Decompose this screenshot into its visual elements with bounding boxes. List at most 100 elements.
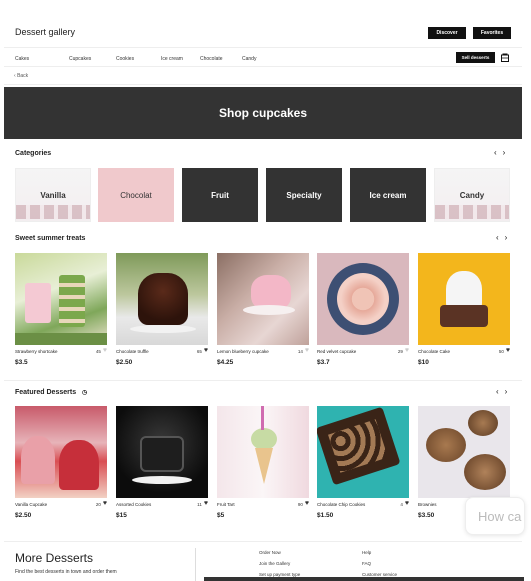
categories-title: Categories: [15, 150, 52, 157]
heart-filled-icon[interactable]: ♥: [103, 500, 107, 507]
likes[interactable]: 11 ♥: [197, 500, 208, 507]
likes[interactable]: 29 ♥: [398, 347, 409, 354]
product-card[interactable]: Chocolate truffle 65 ♥ $2.50: [116, 253, 208, 366]
chevron-left-icon[interactable]: ‹: [496, 387, 499, 396]
favorites-button[interactable]: Favorites: [473, 27, 511, 39]
hero-banner: Shop cupcakes: [4, 87, 522, 139]
nav-link-cakes[interactable]: Cakes: [15, 56, 29, 62]
featured-title-text: Featured Desserts: [15, 389, 77, 396]
footer-link-join[interactable]: Join the Gallery: [259, 561, 290, 566]
page-frame: Dessert gallery Discover Favorites Cakes…: [4, 18, 522, 581]
chevron-left-icon[interactable]: ‹: [494, 148, 497, 157]
cart-icon[interactable]: [501, 53, 509, 62]
product-card[interactable]: Chocolate Chip Cookies 4 ♥ $1.50: [317, 406, 409, 519]
category-fruit[interactable]: Fruit: [182, 168, 258, 222]
product-card[interactable]: Red velvet cupcake 29 ♥ $3.7: [317, 253, 409, 366]
category-label: Ice cream: [369, 190, 407, 200]
header: Dessert gallery Discover Favorites: [4, 18, 522, 48]
heart-filled-icon[interactable]: ♥: [305, 500, 309, 507]
product-price: $2.50: [116, 359, 133, 366]
chevron-left-icon[interactable]: ‹: [496, 233, 499, 242]
product-name: Fruit Tart: [217, 502, 235, 507]
like-count: 11: [197, 501, 202, 507]
product-card[interactable]: Vanilla Cupcake 20 ♥ $2.50: [15, 406, 107, 519]
like-count: 90: [297, 501, 303, 507]
category-label: Fruit: [211, 190, 229, 200]
nav-link-cookies[interactable]: Cookies: [116, 56, 134, 62]
product-card[interactable]: Strawberry shortcake 45 ♥ $3.5: [15, 253, 107, 366]
featured-arrows: ‹ ›: [490, 387, 507, 396]
footer-subtitle: Find the best desserts in town and order…: [15, 569, 117, 575]
footer-link-faq[interactable]: FAQ: [362, 561, 371, 566]
category-nav: Cakes Cupcakes Cookies Ice cream Chocola…: [4, 49, 522, 67]
category-label: Specialty: [286, 190, 322, 200]
breadcrumb: ‹ Back: [4, 68, 522, 85]
like-count: 14: [297, 348, 303, 354]
nav-link-cupcakes[interactable]: Cupcakes: [69, 56, 91, 62]
back-label: Back: [17, 73, 29, 79]
category-specialty[interactable]: Specialty: [266, 168, 342, 222]
product-price: $4.25: [217, 359, 234, 366]
heart-filled-icon[interactable]: ♥: [204, 500, 208, 507]
category-chocolat[interactable]: Chocolat: [98, 168, 174, 222]
chevron-right-icon[interactable]: ›: [505, 233, 508, 242]
discover-button[interactable]: Discover: [428, 27, 466, 39]
product-price: $5: [217, 512, 225, 519]
footer-link-help[interactable]: Help: [362, 550, 371, 555]
heart-outline-icon[interactable]: ♥: [103, 347, 107, 354]
chocolate-chip-cookies-image: [317, 406, 409, 498]
product-card[interactable]: Fruit Tart 90 ♥ $5: [217, 406, 309, 519]
nav-link-chocolate[interactable]: Chocolate: [200, 56, 223, 62]
heart-outline-icon[interactable]: ♥: [305, 347, 309, 354]
likes[interactable]: 65 ♥: [196, 347, 208, 354]
product-price: $2.50: [15, 512, 32, 519]
product-name: Vanilla Cupcake: [15, 502, 48, 507]
like-count: 4: [400, 501, 403, 507]
likes[interactable]: 90 ♥: [297, 500, 309, 507]
category-vanilla[interactable]: Vanilla: [15, 168, 91, 222]
chevron-right-icon[interactable]: ›: [505, 387, 508, 396]
category-ice-cream[interactable]: Ice cream: [350, 168, 426, 222]
hero-title: Shop cupcakes: [218, 106, 308, 120]
summer-arrows: ‹ ›: [490, 233, 507, 242]
footer-title: More Desserts: [15, 551, 94, 565]
likes[interactable]: 20 ♥: [95, 500, 107, 507]
bottom-scrollbar[interactable]: [204, 577, 524, 581]
footer-divider: [195, 548, 196, 581]
heart-filled-icon[interactable]: ♥: [405, 500, 409, 507]
chat-widget[interactable]: How ca: [465, 497, 525, 535]
category-label: Vanilla: [40, 190, 66, 200]
likes[interactable]: 45 ♥: [96, 347, 107, 354]
heart-filled-icon[interactable]: ♥: [506, 347, 510, 354]
strawberry-shortcake-image: [15, 253, 107, 345]
footer-link-order[interactable]: Order Now: [259, 550, 281, 555]
sell-desserts-button[interactable]: Sell desserts: [456, 52, 495, 63]
product-name: Strawberry shortcake: [15, 349, 58, 354]
categories-arrows: ‹ ›: [488, 148, 505, 157]
product-card[interactable]: Brownies 15♥ $3.50: [418, 406, 510, 519]
nav-link-candy[interactable]: Candy: [242, 56, 256, 62]
product-card[interactable]: Assorted Cookies 11 ♥ $15: [116, 406, 208, 519]
category-candy[interactable]: Candy: [434, 168, 510, 222]
product-name: Chocolate Cake: [418, 349, 451, 354]
like-count: 20: [95, 501, 101, 507]
cupcakes-image: [435, 205, 509, 219]
product-card[interactable]: Lemon blueberry cupcake 14 ♥ $4.25: [217, 253, 309, 366]
back-link[interactable]: ‹ Back: [14, 73, 28, 79]
likes[interactable]: 4 ♥: [400, 500, 409, 507]
nav-link-ice-cream[interactable]: Ice cream: [161, 56, 183, 62]
likes[interactable]: 50 ♥: [498, 347, 510, 354]
like-count: 65: [196, 348, 202, 354]
heart-outline-icon[interactable]: ♥: [405, 347, 409, 354]
fruit-tart-image: [217, 406, 309, 498]
chevron-right-icon[interactable]: ›: [503, 148, 506, 157]
like-count: 50: [498, 348, 504, 354]
chocolate-cake-image: [418, 253, 510, 345]
chocolate-truffle-image: [116, 253, 208, 345]
red-velvet-cupcake-image: [317, 253, 409, 345]
product-card[interactable]: Chocolate Cake 50 ♥ $10: [418, 253, 510, 366]
heart-filled-icon[interactable]: ♥: [204, 347, 208, 354]
section-divider: [4, 541, 522, 542]
likes[interactable]: 14 ♥: [297, 347, 309, 354]
site-title[interactable]: Dessert gallery: [15, 27, 75, 37]
